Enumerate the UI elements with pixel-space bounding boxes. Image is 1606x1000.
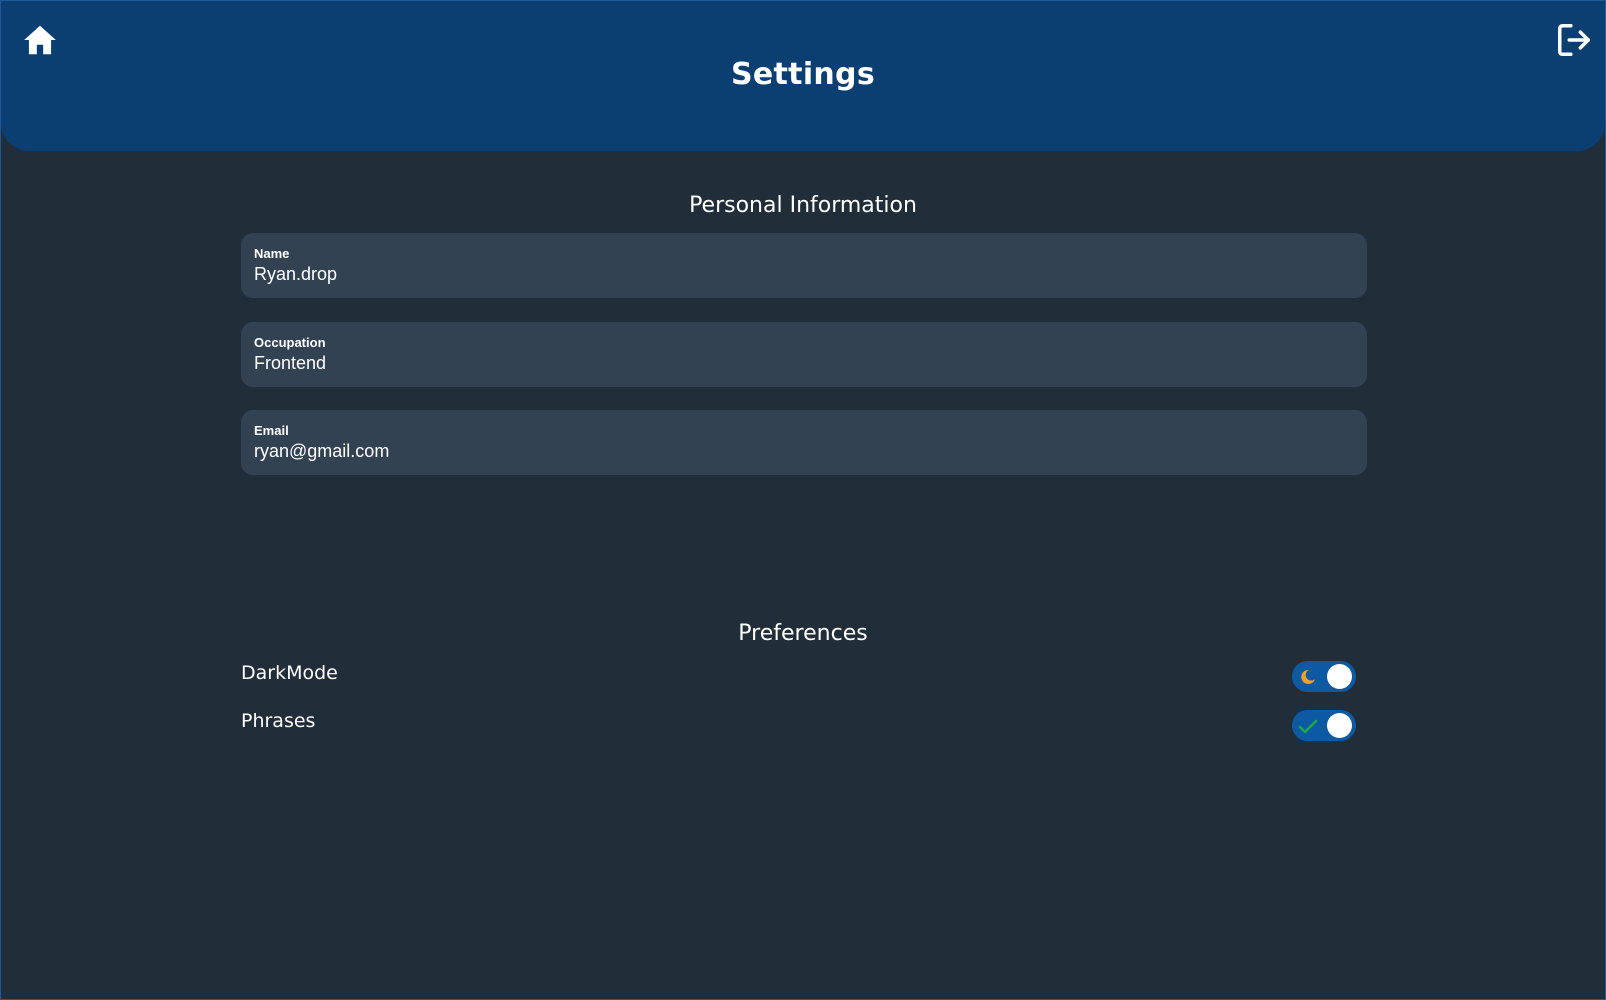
- occupation-field-value[interactable]: Frontend: [254, 353, 326, 374]
- header-bar: Settings: [1, 1, 1605, 151]
- name-field[interactable]: Name Ryan.drop: [241, 233, 1367, 298]
- occupation-field-label: Occupation: [254, 335, 326, 350]
- personal-information-heading: Personal Information: [689, 193, 917, 218]
- name-field-label: Name: [254, 246, 290, 261]
- page-title: Settings: [730, 57, 875, 92]
- logout-icon: [1558, 24, 1590, 56]
- logout-button[interactable]: [1555, 21, 1593, 59]
- home-icon: [24, 25, 56, 55]
- moon-icon: [1301, 669, 1315, 684]
- darkmode-toggle[interactable]: [1292, 661, 1356, 692]
- preferences-heading: Preferences: [738, 621, 868, 646]
- phrases-toggle-knob: [1327, 713, 1352, 738]
- darkmode-toggle-knob: [1327, 664, 1352, 689]
- email-field-value[interactable]: ryan@gmail.com: [254, 441, 389, 462]
- home-button[interactable]: [21, 21, 59, 59]
- check-icon: [1298, 719, 1318, 734]
- email-field-label: Email: [254, 423, 289, 438]
- phrases-label: Phrases: [241, 710, 316, 732]
- occupation-field[interactable]: Occupation Frontend: [241, 322, 1367, 387]
- phrases-toggle[interactable]: [1292, 710, 1356, 741]
- name-field-value[interactable]: Ryan.drop: [254, 264, 337, 285]
- darkmode-label: DarkMode: [241, 662, 338, 684]
- settings-page: Settings Personal Information Name Ryan.…: [0, 0, 1606, 1000]
- email-field[interactable]: Email ryan@gmail.com: [241, 410, 1367, 475]
